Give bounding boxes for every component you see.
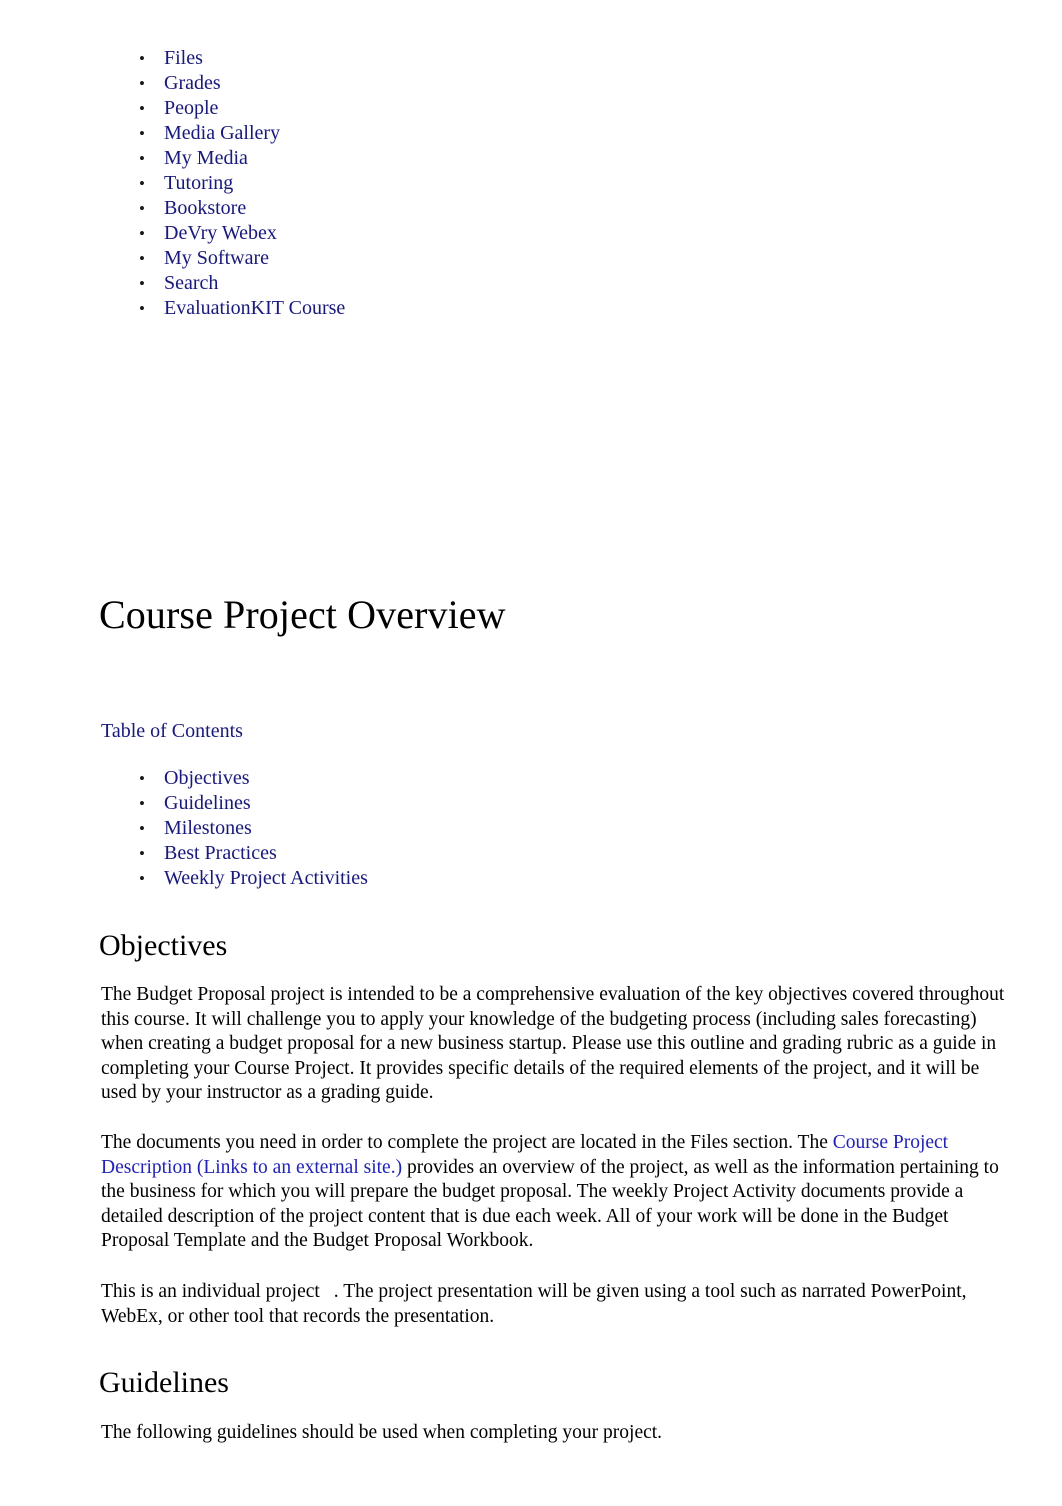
page-title: Course Project Overview	[99, 592, 506, 637]
section-heading-objectives: Objectives	[99, 929, 228, 962]
nav-link-my-software[interactable]: My Software	[164, 247, 269, 269]
list-item: Files	[101, 46, 841, 71]
list-item: Objectives	[101, 766, 741, 791]
nav-link-search[interactable]: Search	[164, 272, 218, 294]
list-item: Search	[101, 271, 841, 296]
nav-link-devry-webex[interactable]: DeVry Webex	[164, 222, 277, 244]
list-item: Weekly Project Activities	[101, 866, 741, 891]
table-of-contents-heading: Table of Contents	[101, 718, 243, 744]
list-item: DeVry Webex	[101, 221, 841, 246]
list-item: Guidelines	[101, 791, 741, 816]
objectives-paragraph-3-part-1: This is an individual project	[101, 1281, 320, 1302]
list-item: My Software	[101, 246, 841, 271]
guidelines-paragraph-1: The following guidelines should be used …	[101, 1422, 663, 1443]
objectives-paragraph-2-text-before: The documents you need in order to compl…	[101, 1132, 833, 1153]
nav-link-my-media[interactable]: My Media	[164, 147, 248, 169]
toc-link-milestones[interactable]: Milestones	[164, 817, 252, 839]
nav-link-media-gallery[interactable]: Media Gallery	[164, 122, 280, 144]
nav-link-evaluationkit-course[interactable]: EvaluationKIT Course	[164, 297, 345, 319]
table-of-contents-link[interactable]: Table of Contents	[101, 720, 243, 742]
list-item: People	[101, 96, 841, 121]
table-of-contents-list: Objectives Guidelines Milestones Best Pr…	[101, 766, 741, 891]
nav-link-bookstore[interactable]: Bookstore	[164, 197, 246, 219]
list-item: Bookstore	[101, 196, 841, 221]
toc-link-objectives[interactable]: Objectives	[164, 767, 250, 789]
list-item: Grades	[101, 71, 841, 96]
nav-link-files[interactable]: Files	[164, 47, 203, 69]
list-item: Media Gallery	[101, 121, 841, 146]
list-item: EvaluationKIT Course	[101, 296, 841, 321]
course-navigation-list: Files Grades People Media Gallery My Med…	[101, 46, 841, 321]
section-heading-guidelines: Guidelines	[99, 1366, 229, 1399]
objectives-paragraph-3: This is an individual project. The proje…	[101, 1280, 1013, 1329]
toc-link-weekly-project-activities[interactable]: Weekly Project Activities	[164, 867, 368, 889]
toc-link-best-practices[interactable]: Best Practices	[164, 842, 277, 864]
objectives-paragraph-1: The Budget Proposal project is intended …	[101, 984, 1005, 1103]
nav-link-grades[interactable]: Grades	[164, 72, 221, 94]
document-page: Files Grades People Media Gallery My Med…	[0, 0, 1062, 1506]
list-item: Best Practices	[101, 841, 741, 866]
nav-link-tutoring[interactable]: Tutoring	[164, 172, 233, 194]
list-item: Tutoring	[101, 171, 841, 196]
list-item: Milestones	[101, 816, 741, 841]
objectives-paragraph-2: The documents you need in order to compl…	[101, 1131, 1013, 1254]
list-item: My Media	[101, 146, 841, 171]
toc-link-guidelines[interactable]: Guidelines	[164, 792, 251, 814]
nav-link-people[interactable]: People	[164, 97, 218, 119]
